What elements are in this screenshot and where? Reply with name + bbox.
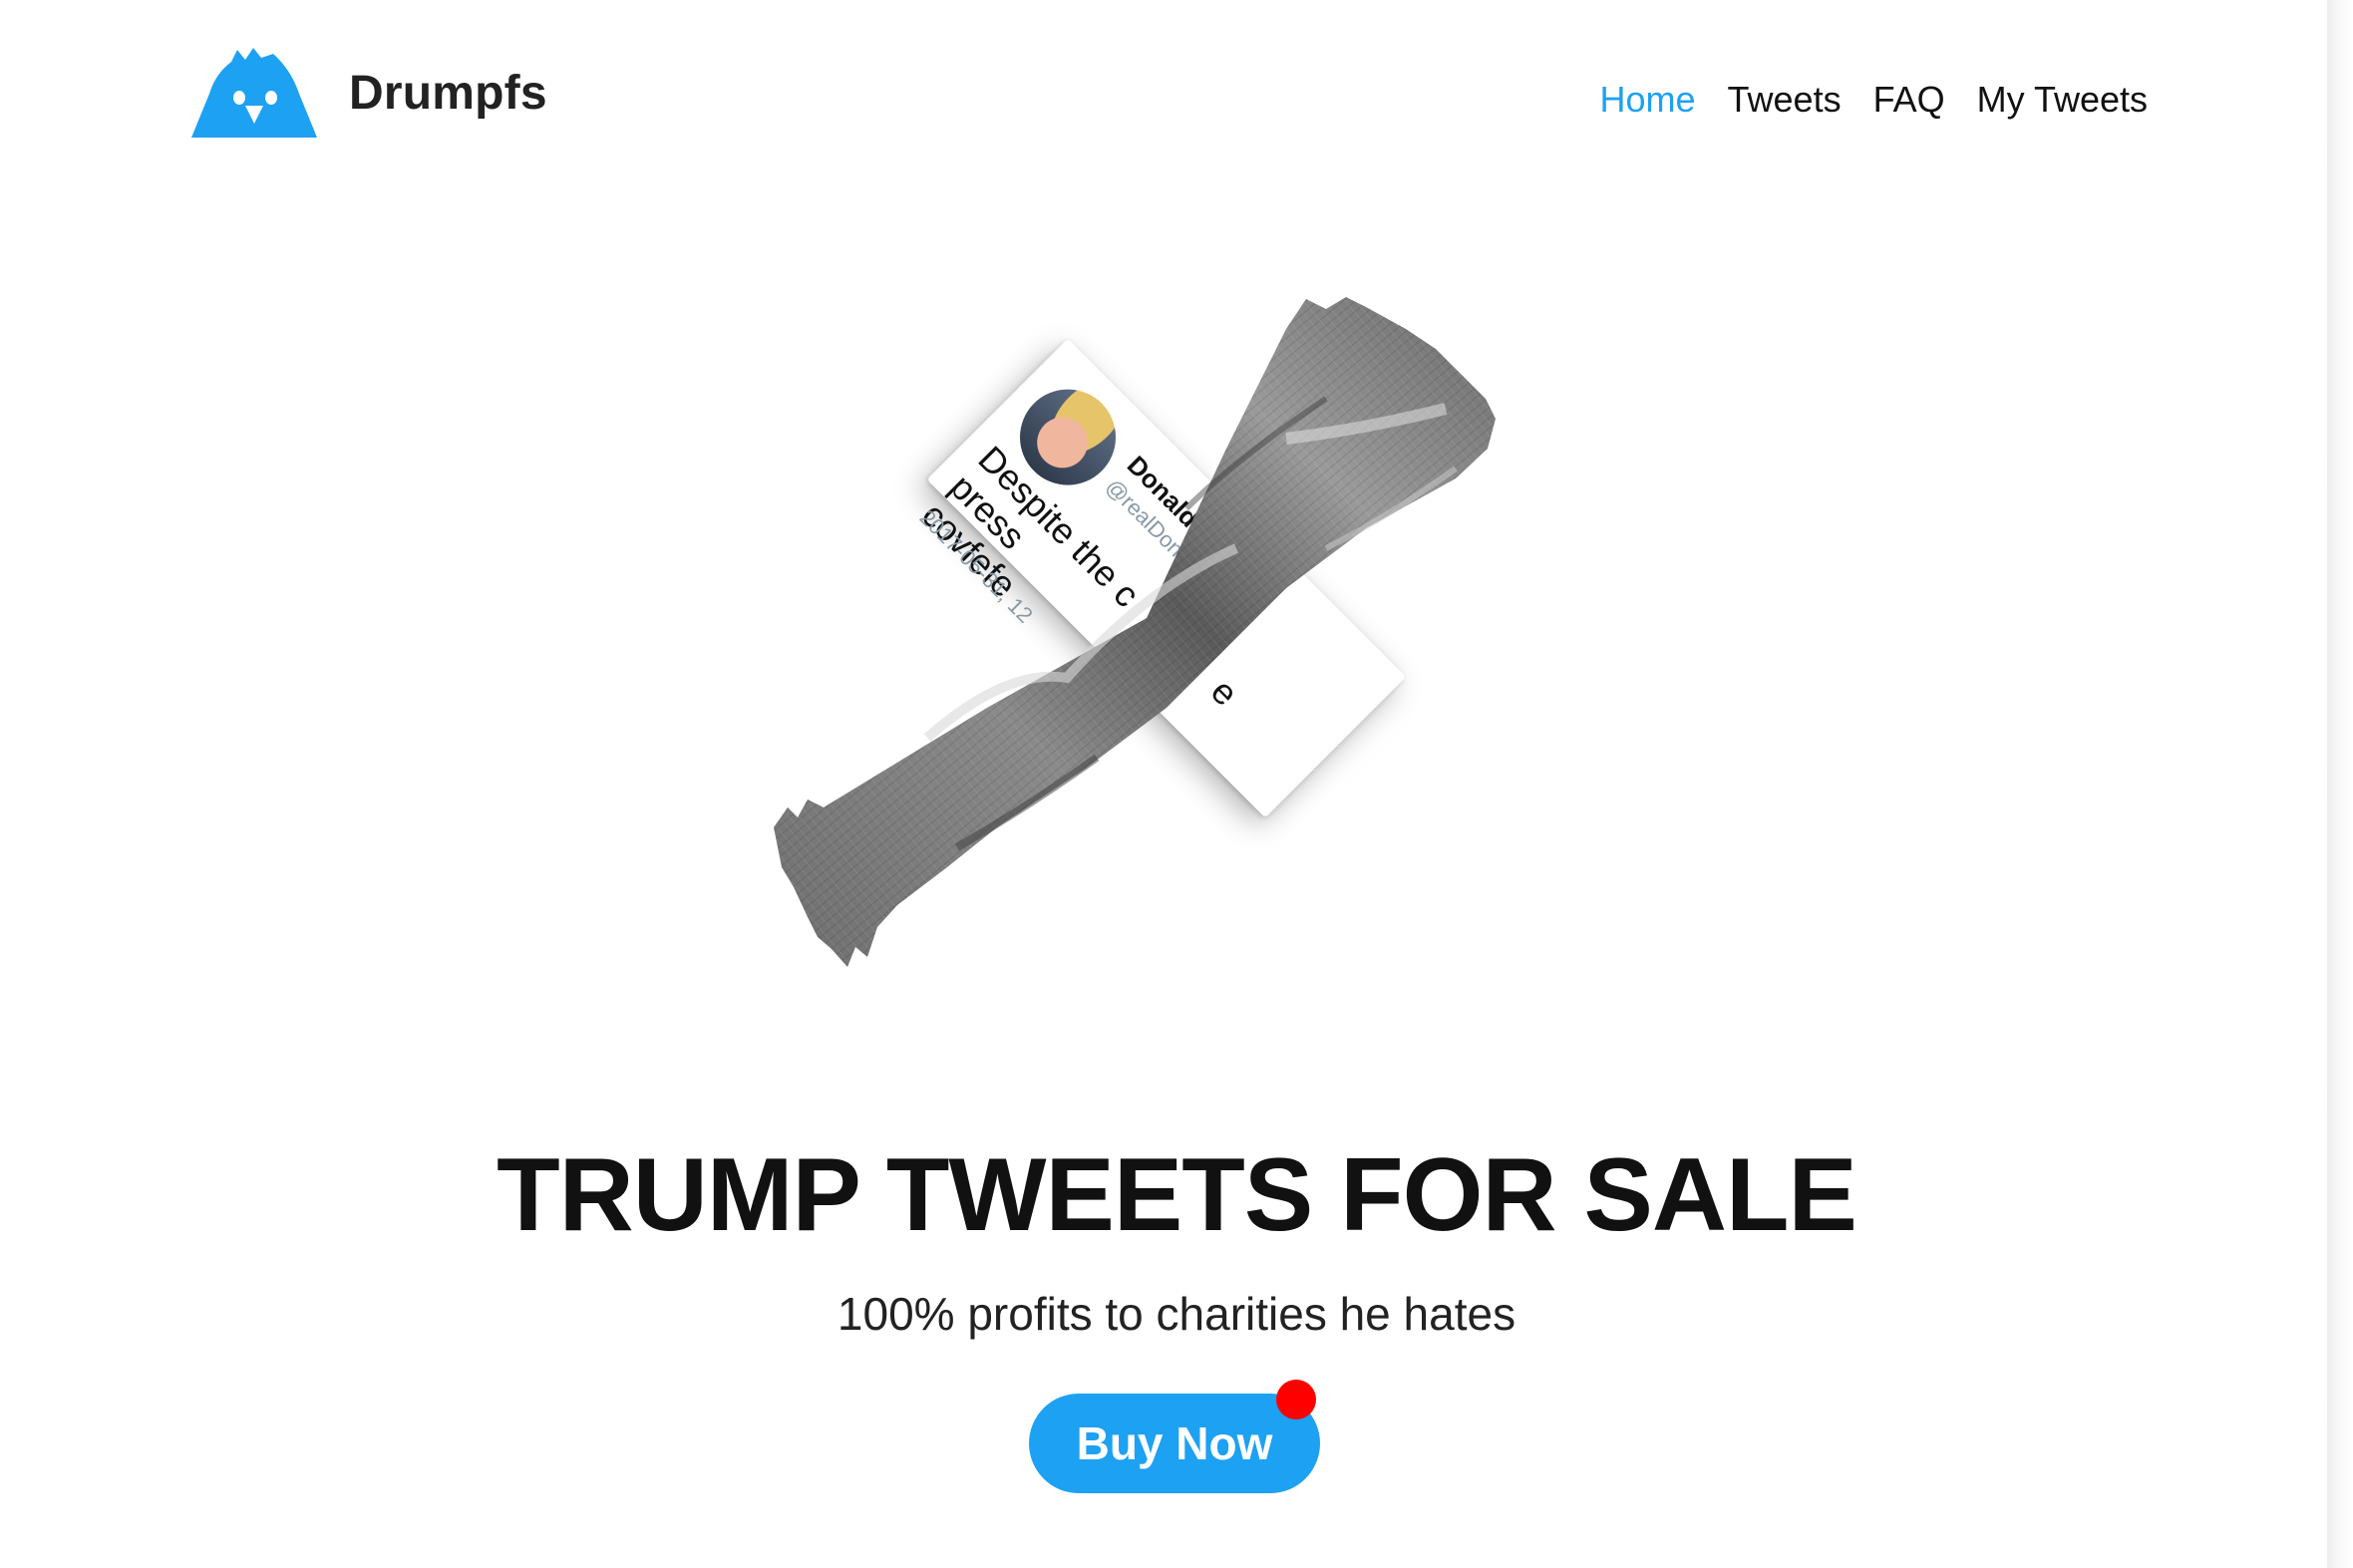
brand-name: Drumpfs [349, 66, 547, 120]
nav-faq[interactable]: FAQ [1873, 74, 1945, 126]
buy-now-wrapper: Buy Now [1029, 1380, 1320, 1493]
brand-home-link[interactable]: Drumpfs [191, 48, 547, 138]
site-header: Drumpfs Home Tweets FAQ My Tweets [0, 0, 2327, 199]
nav-tweets[interactable]: Tweets [1728, 74, 1842, 126]
page: Drumpfs Home Tweets FAQ My Tweets Donald… [0, 0, 2353, 1568]
page-subheadline: 100% profits to charities he hates [837, 1288, 1516, 1340]
window-edge [2327, 0, 2353, 1568]
hero-illustration: Donald J. T @realDona Despite the ce pre… [768, 289, 1605, 1007]
nav-my-tweets[interactable]: My Tweets [1977, 74, 2148, 126]
nav-home[interactable]: Home [1600, 74, 1696, 126]
page-headline: TRUMP TWEETS FOR SALE [497, 1137, 1857, 1253]
bird-logo-icon [191, 48, 317, 138]
notification-dot [1276, 1380, 1316, 1419]
duct-tape-illustration [774, 297, 1496, 967]
buy-now-button[interactable]: Buy Now [1029, 1394, 1320, 1493]
main-nav: Home Tweets FAQ My Tweets [1600, 74, 2149, 126]
